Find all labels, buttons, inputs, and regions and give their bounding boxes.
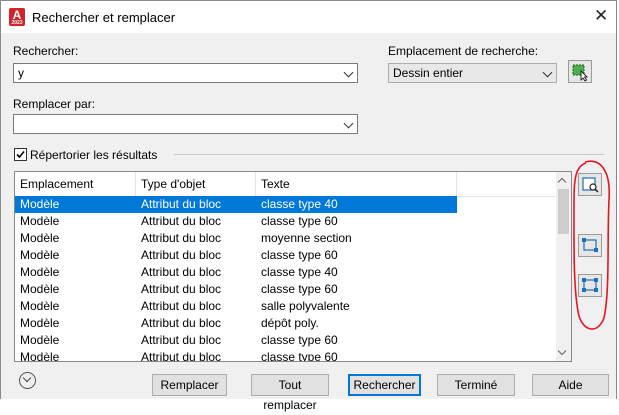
- cell-object-type: Attribut du bloc: [141, 282, 222, 296]
- scroll-up-icon[interactable]: [557, 177, 567, 187]
- checkmark-icon: [16, 150, 25, 159]
- find-replace-dialog: A 2023 Rechercher et remplacer ✕ Recherc…: [0, 0, 617, 412]
- cell-location: Modèle: [20, 248, 60, 262]
- cell-location: Modèle: [20, 282, 60, 296]
- chevron-down-icon: [22, 373, 32, 383]
- cell-object-type: Attribut du bloc: [141, 350, 222, 362]
- cell-object-type: Attribut du bloc: [141, 248, 222, 262]
- find-input[interactable]: y: [13, 63, 358, 83]
- cell-text: classe type 60: [261, 350, 338, 362]
- close-icon[interactable]: ✕: [594, 7, 608, 25]
- cell-object-type: Attribut du bloc: [141, 231, 222, 245]
- replace-label: Remplacer par:: [13, 97, 96, 111]
- select-objects-icon: [572, 64, 588, 82]
- cell-location: Modèle: [20, 214, 60, 228]
- find-button[interactable]: Rechercher: [348, 374, 421, 396]
- cell-location: Modèle: [20, 197, 60, 211]
- help-button[interactable]: Aide: [532, 374, 609, 396]
- column-header-location[interactable]: Emplacement: [15, 172, 136, 196]
- table-row[interactable]: Modèle Attribut du bloc classe type 40: [15, 264, 556, 281]
- autocad-app-icon: A 2023: [9, 8, 25, 26]
- search-location-select[interactable]: Dessin entier: [388, 63, 557, 83]
- search-location-label: Emplacement de recherche:: [388, 44, 539, 58]
- expand-options-button[interactable]: [19, 372, 36, 389]
- create-selection-set-highlighted-icon: [582, 238, 598, 252]
- zoom-to-highlighted-icon: [582, 177, 599, 193]
- done-button[interactable]: Terminé: [437, 374, 515, 396]
- cell-object-type: Attribut du bloc: [141, 214, 222, 228]
- select-objects-button[interactable]: [568, 60, 592, 83]
- app-icon-version: 2023: [11, 20, 23, 26]
- cell-text: dépôt poly.: [261, 316, 319, 330]
- table-row[interactable]: Modèle Attribut du bloc moyenne section: [15, 230, 556, 247]
- create-selection-set-all-icon: [582, 278, 598, 292]
- cell-text: moyenne section: [261, 231, 352, 245]
- results-list[interactable]: Emplacement Type d'objet Texte Modèle Att…: [14, 171, 572, 362]
- find-label: Rechercher:: [13, 44, 79, 58]
- table-row[interactable]: Modèle Attribut du bloc classe type 60: [15, 281, 556, 298]
- table-row[interactable]: Modèle Attribut du bloc classe type 60: [15, 332, 556, 349]
- cell-text: classe type 60: [261, 282, 338, 296]
- column-header-object-type[interactable]: Type d'objet: [136, 172, 256, 196]
- cell-text: classe type 40: [261, 265, 338, 279]
- table-row[interactable]: Modèle Attribut du bloc classe type 40: [15, 196, 457, 213]
- column-header-text[interactable]: Texte: [256, 172, 457, 196]
- search-location-value: Dessin entier: [393, 66, 464, 80]
- cell-object-type: Attribut du bloc: [141, 197, 222, 211]
- zoom-to-highlighted-button[interactable]: [578, 173, 602, 196]
- scroll-down-icon[interactable]: [557, 346, 567, 356]
- find-input-value: y: [18, 66, 24, 80]
- replace-input[interactable]: [13, 114, 358, 134]
- replace-button[interactable]: Remplacer: [152, 374, 227, 396]
- list-results-label[interactable]: Répertorier les résultats: [30, 148, 157, 162]
- separator-line: [174, 154, 604, 155]
- table-row[interactable]: Modèle Attribut du bloc dépôt poly.: [15, 315, 556, 332]
- create-selection-set-highlighted-button[interactable]: [578, 234, 602, 257]
- cell-object-type: Attribut du bloc: [141, 299, 222, 313]
- cell-object-type: Attribut du bloc: [141, 333, 222, 347]
- cell-location: Modèle: [20, 316, 60, 330]
- cell-location: Modèle: [20, 350, 60, 362]
- cell-text: classe type 60: [261, 248, 338, 262]
- chevron-down-icon[interactable]: [343, 67, 354, 78]
- cell-location: Modèle: [20, 265, 60, 279]
- cell-location: Modèle: [20, 299, 60, 313]
- table-row[interactable]: Modèle Attribut du bloc salle polyvalente: [15, 298, 556, 315]
- results-header: Emplacement Type d'objet Texte: [15, 172, 556, 197]
- table-row[interactable]: Modèle Attribut du bloc classe type 60: [15, 213, 556, 230]
- cell-object-type: Attribut du bloc: [141, 265, 222, 279]
- results-rows: Modèle Attribut du bloc classe type 40 Modè…: [15, 196, 556, 362]
- chevron-down-icon[interactable]: [343, 118, 354, 129]
- cell-text: classe type 60: [261, 333, 338, 347]
- chevron-down-icon: [542, 67, 553, 78]
- table-row[interactable]: Modèle Attribut du bloc classe type 60: [15, 247, 556, 264]
- cell-location: Modèle: [20, 231, 60, 245]
- cell-text: salle polyvalente: [261, 299, 350, 313]
- replace-all-button[interactable]: Tout remplacer: [251, 374, 329, 412]
- cell-object-type: Attribut du bloc: [141, 316, 222, 330]
- create-selection-set-all-button[interactable]: [578, 274, 602, 297]
- table-row[interactable]: Modèle Attribut du bloc classe type 60: [15, 349, 556, 362]
- scroll-thumb[interactable]: [558, 189, 569, 234]
- list-results-checkbox[interactable]: [14, 148, 27, 161]
- vertical-scrollbar[interactable]: [556, 172, 571, 361]
- title-bar: A 2023 Rechercher et remplacer ✕: [1, 1, 616, 33]
- cell-text: classe type 40: [261, 197, 338, 211]
- cell-location: Modèle: [20, 333, 60, 347]
- cell-text: classe type 60: [261, 214, 338, 228]
- window-title: Rechercher et remplacer: [32, 10, 176, 25]
